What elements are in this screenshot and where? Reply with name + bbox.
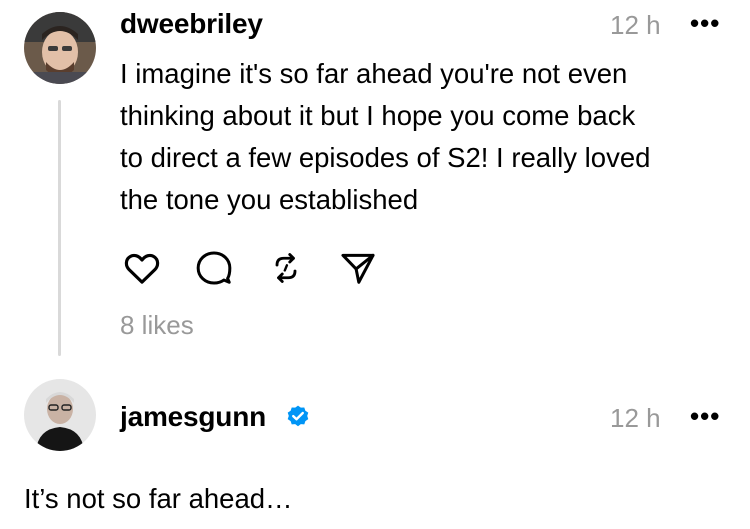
verified-badge-icon — [287, 405, 309, 427]
avatar[interactable] — [24, 379, 96, 451]
heart-icon — [124, 253, 160, 284]
post-text: I imagine it's so far ahead you're not e… — [120, 53, 740, 221]
reply-post: dweebriley 12 h ••• I imagine it's so fa… — [0, 0, 750, 360]
thread-line — [58, 100, 61, 356]
post-text-line: to direct a few episodes of S2! I really… — [120, 142, 651, 173]
send-icon — [341, 253, 375, 284]
username[interactable]: jamesgunn — [120, 401, 266, 433]
post-text-line: the tone you established — [120, 184, 419, 215]
post-text: It’s not so far ahead… — [24, 483, 293, 514]
more-options-button[interactable]: ••• — [690, 401, 720, 432]
username[interactable]: dweebriley — [120, 8, 263, 40]
likes-count[interactable]: 8 likes — [120, 310, 194, 341]
like-button[interactable] — [120, 246, 164, 290]
timestamp: 12 h — [610, 10, 661, 40]
user-avatar-image — [24, 379, 96, 451]
more-options-button[interactable]: ••• — [690, 8, 720, 39]
share-button[interactable] — [336, 246, 380, 290]
action-bar — [120, 245, 408, 291]
post-text-line: thinking about it but I hope you come ba… — [120, 100, 636, 131]
timestamp: 12 h — [610, 403, 661, 433]
comment-button[interactable] — [192, 246, 236, 290]
avatar[interactable] — [24, 12, 96, 84]
post-text-line: I imagine it's so far ahead you're not e… — [120, 58, 628, 89]
repost-button[interactable] — [264, 246, 308, 290]
author-reply-post: jamesgunn 12 h ••• It’s not so far ahead… — [0, 370, 750, 529]
comment-icon — [196, 251, 232, 285]
user-avatar-image — [24, 12, 96, 84]
repost-icon — [275, 253, 297, 283]
